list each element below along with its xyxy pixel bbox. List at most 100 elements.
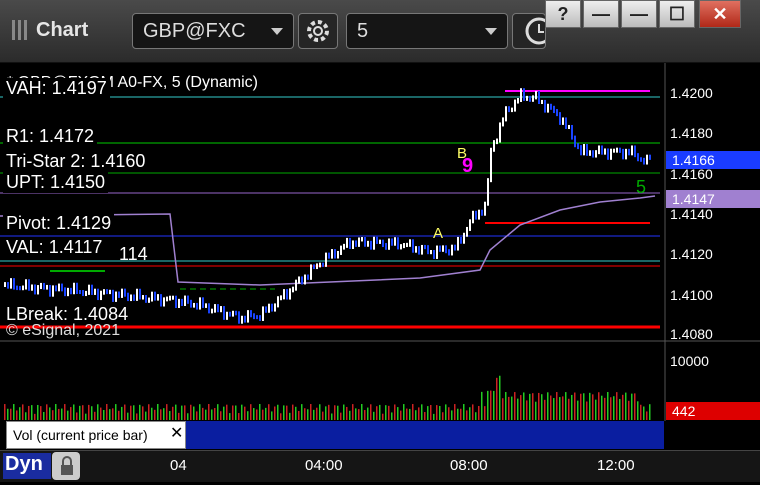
volume-bar [523,392,525,420]
volume-bar [151,407,153,420]
symbol-value: GBP@FXC [143,20,246,42]
volume-bar [553,398,555,420]
price-bar [445,245,447,254]
volume-bar [268,404,270,420]
price-bar [481,209,483,216]
vah-label: VAH: 1.4197 [3,78,110,99]
volume-bar [214,408,216,420]
price-bar [280,295,282,301]
price-bar [574,135,576,148]
volume-bar [592,394,594,420]
lock-icon[interactable] [52,452,80,480]
volume-bar [427,406,429,420]
volume-bar [430,404,432,420]
price-bar [334,249,336,259]
price-bar [142,295,144,300]
maximize-button[interactable]: ☐ [659,0,695,28]
price-bar [355,240,357,247]
volume-bar [25,412,27,420]
price-bar [346,237,348,248]
volume-study-label[interactable]: Vol (current price bar) [6,421,186,449]
price-bar [34,284,36,295]
volume-bar [175,404,177,420]
price-bar [556,109,558,117]
close-button[interactable]: ✕ [699,0,741,28]
volume-bar [583,393,585,420]
price-bar [358,237,360,247]
price-bar [145,295,147,303]
settings-button[interactable] [298,13,338,49]
volume-bar [34,413,36,420]
price-bar [58,283,60,292]
volume-bar [286,405,288,420]
restore-button[interactable]: — [621,0,657,28]
close-study-icon[interactable]: ✕ [170,423,183,443]
price-bar [292,286,294,293]
price-bar [223,306,225,320]
chevron-down-icon[interactable] [271,28,283,35]
chevron-down-icon[interactable] [485,28,497,35]
price-bar [97,288,99,301]
volume-bar [613,396,615,420]
price-bar [466,226,468,237]
price-bar [523,88,525,101]
volume-bar [391,412,393,420]
volume-bar [601,395,603,420]
volume-bar [418,407,420,420]
price-chart[interactable]: A B 9 5 [0,63,760,480]
volume-bar [58,408,60,420]
price-bar [499,122,501,143]
price-bar [73,282,75,295]
price-bar [160,294,162,307]
price-bar [217,304,219,313]
price-bar [331,249,333,259]
volume-bar [97,404,99,420]
price-bar [604,148,606,155]
price-bar [49,284,51,297]
drag-grip-icon[interactable] [12,20,32,40]
price-tick: 1.4120 [670,246,713,262]
price-bar [367,240,369,247]
volume-bar [133,405,135,420]
volume-bar [190,404,192,420]
val-label: VAL: 1.4117 [3,237,106,258]
volume-bar [154,409,156,420]
volume-bar [349,410,351,420]
price-bar [10,278,12,289]
help-button[interactable]: ? [545,0,581,28]
price-bar [424,244,426,250]
volume-bar [547,392,549,420]
symbol-input[interactable]: GBP@FXC [132,13,294,49]
window-title: Chart [36,19,89,41]
volume-bar [457,408,459,420]
price-bar [517,97,519,104]
volume-bar [526,400,528,420]
clock-button[interactable] [512,13,546,49]
price-bar [472,210,474,224]
price-bar [118,291,120,298]
volume-bar [64,404,66,420]
price-bar [313,264,315,270]
price-bar [592,150,594,158]
volume-bar [505,392,507,420]
volume-bar [604,397,606,420]
price-bar [646,154,648,165]
price-bar [598,145,600,155]
interval-input[interactable]: 5 [346,13,508,49]
volume-bar [283,405,285,420]
volume-bar [205,409,207,420]
volume-bar [628,400,630,420]
volume-bar [220,411,222,420]
price-bar [496,138,498,145]
price-bar [340,245,342,255]
price-bar [649,154,651,160]
volume-bar [511,396,513,420]
price-bar [61,283,63,292]
dynamic-mode-button[interactable]: Dyn [3,453,51,479]
price-bar [625,148,627,160]
volume-bar [301,404,303,420]
price-bar [436,245,438,259]
price-tick: 1.4100 [670,287,713,303]
minimize-button[interactable]: — [583,0,619,28]
price-bar [370,240,372,250]
